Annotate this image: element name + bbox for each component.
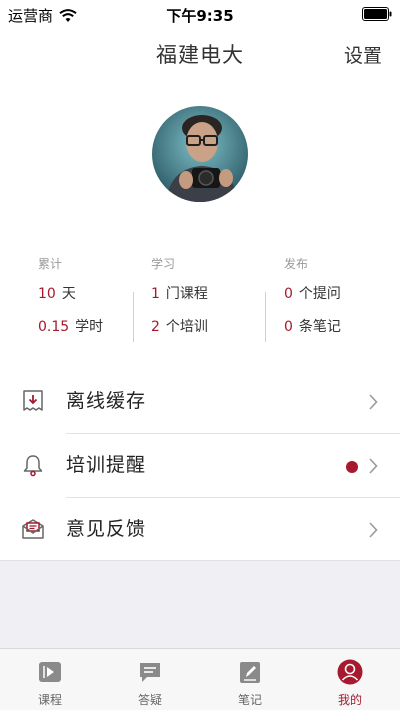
stat-unit: 个提问: [298, 286, 341, 302]
qa-chat-icon: [140, 663, 160, 682]
stats-panel: 累计 10 天 0.15 学时 学习 1 门课程 2 个培训 发布 0 个提问 0 条笔记: [0, 250, 400, 350]
battery-icon: [362, 7, 392, 21]
tab-label: 我的: [337, 693, 362, 707]
download-cache-icon: [23, 390, 43, 411]
status-bar: 运营商 下午9:35: [0, 0, 400, 28]
stat-trainings[interactable]: 2 个培训: [151, 311, 208, 344]
chevron-right-icon: [369, 458, 378, 474]
menu-item-label: 意见反馈: [66, 518, 147, 540]
stat-days: 10 天: [38, 278, 103, 311]
page-title: 福建电大: [156, 43, 244, 67]
chevron-right-icon: [369, 522, 378, 538]
stat-unit: 个培训: [165, 319, 208, 335]
tab-notes[interactable]: 笔记: [200, 649, 300, 710]
stats-published: 发布 0 个提问 0 条笔记: [284, 250, 341, 350]
tab-label: 课程: [37, 693, 62, 707]
stats-learning: 学习 1 门课程 2 个培训: [151, 250, 208, 350]
stat-value: 0: [284, 286, 293, 302]
tab-bar: 课程 答疑 笔记 我的: [0, 648, 400, 710]
stat-value: 0.15: [38, 319, 70, 335]
stat-value: 10: [38, 286, 56, 302]
stat-unit: 学时: [75, 319, 104, 335]
status-time: 下午9:35: [166, 7, 234, 25]
tab-label: 笔记: [237, 693, 262, 707]
stat-unit: 天: [61, 286, 76, 302]
settings-button[interactable]: 设置: [344, 41, 382, 68]
stat-courses[interactable]: 1 门课程: [151, 278, 208, 311]
stats-heading: 累计: [38, 257, 63, 271]
tab-courses[interactable]: 课程: [0, 649, 100, 710]
stat-value: 2: [151, 319, 160, 335]
stat-hours: 0.15 学时: [38, 311, 103, 344]
content-background: [0, 560, 400, 648]
note-edit-icon: [240, 662, 260, 683]
stat-value: 0: [284, 319, 293, 335]
feedback-mail-icon: [22, 519, 44, 539]
bell-icon: [23, 455, 43, 477]
tab-label: 答疑: [137, 693, 162, 707]
menu-item-label: 培训提醒: [66, 454, 147, 476]
tab-mine[interactable]: 我的: [300, 649, 400, 710]
stat-unit: 门课程: [165, 286, 208, 302]
stat-unit: 条笔记: [298, 319, 341, 335]
avatar[interactable]: [152, 106, 248, 202]
chevron-right-icon: [369, 394, 378, 410]
tab-qa[interactable]: 答疑: [100, 649, 200, 710]
settings-menu: 离线缓存 培训提醒 意见反馈: [0, 370, 400, 561]
menu-item-training-reminder[interactable]: 培训提醒: [0, 434, 400, 497]
stats-heading: 发布: [284, 257, 309, 271]
course-video-icon: [39, 662, 61, 682]
menu-item-label: 离线缓存: [66, 390, 147, 412]
stats-cumulative: 累计 10 天 0.15 学时: [38, 250, 103, 350]
stat-questions[interactable]: 0 个提问: [284, 278, 341, 311]
stat-value: 1: [151, 286, 160, 302]
user-photo: [152, 106, 248, 202]
notification-badge-dot: [346, 461, 358, 473]
stats-heading: 学习: [151, 257, 176, 271]
stat-notes[interactable]: 0 条笔记: [284, 311, 341, 344]
stats-divider: [133, 292, 134, 342]
stats-divider: [265, 292, 266, 342]
menu-item-feedback[interactable]: 意见反馈: [0, 498, 400, 561]
profile-user-icon: [337, 659, 363, 685]
menu-item-offline-cache[interactable]: 离线缓存: [0, 370, 400, 433]
navigation-bar: 福建电大 设置: [0, 28, 400, 78]
